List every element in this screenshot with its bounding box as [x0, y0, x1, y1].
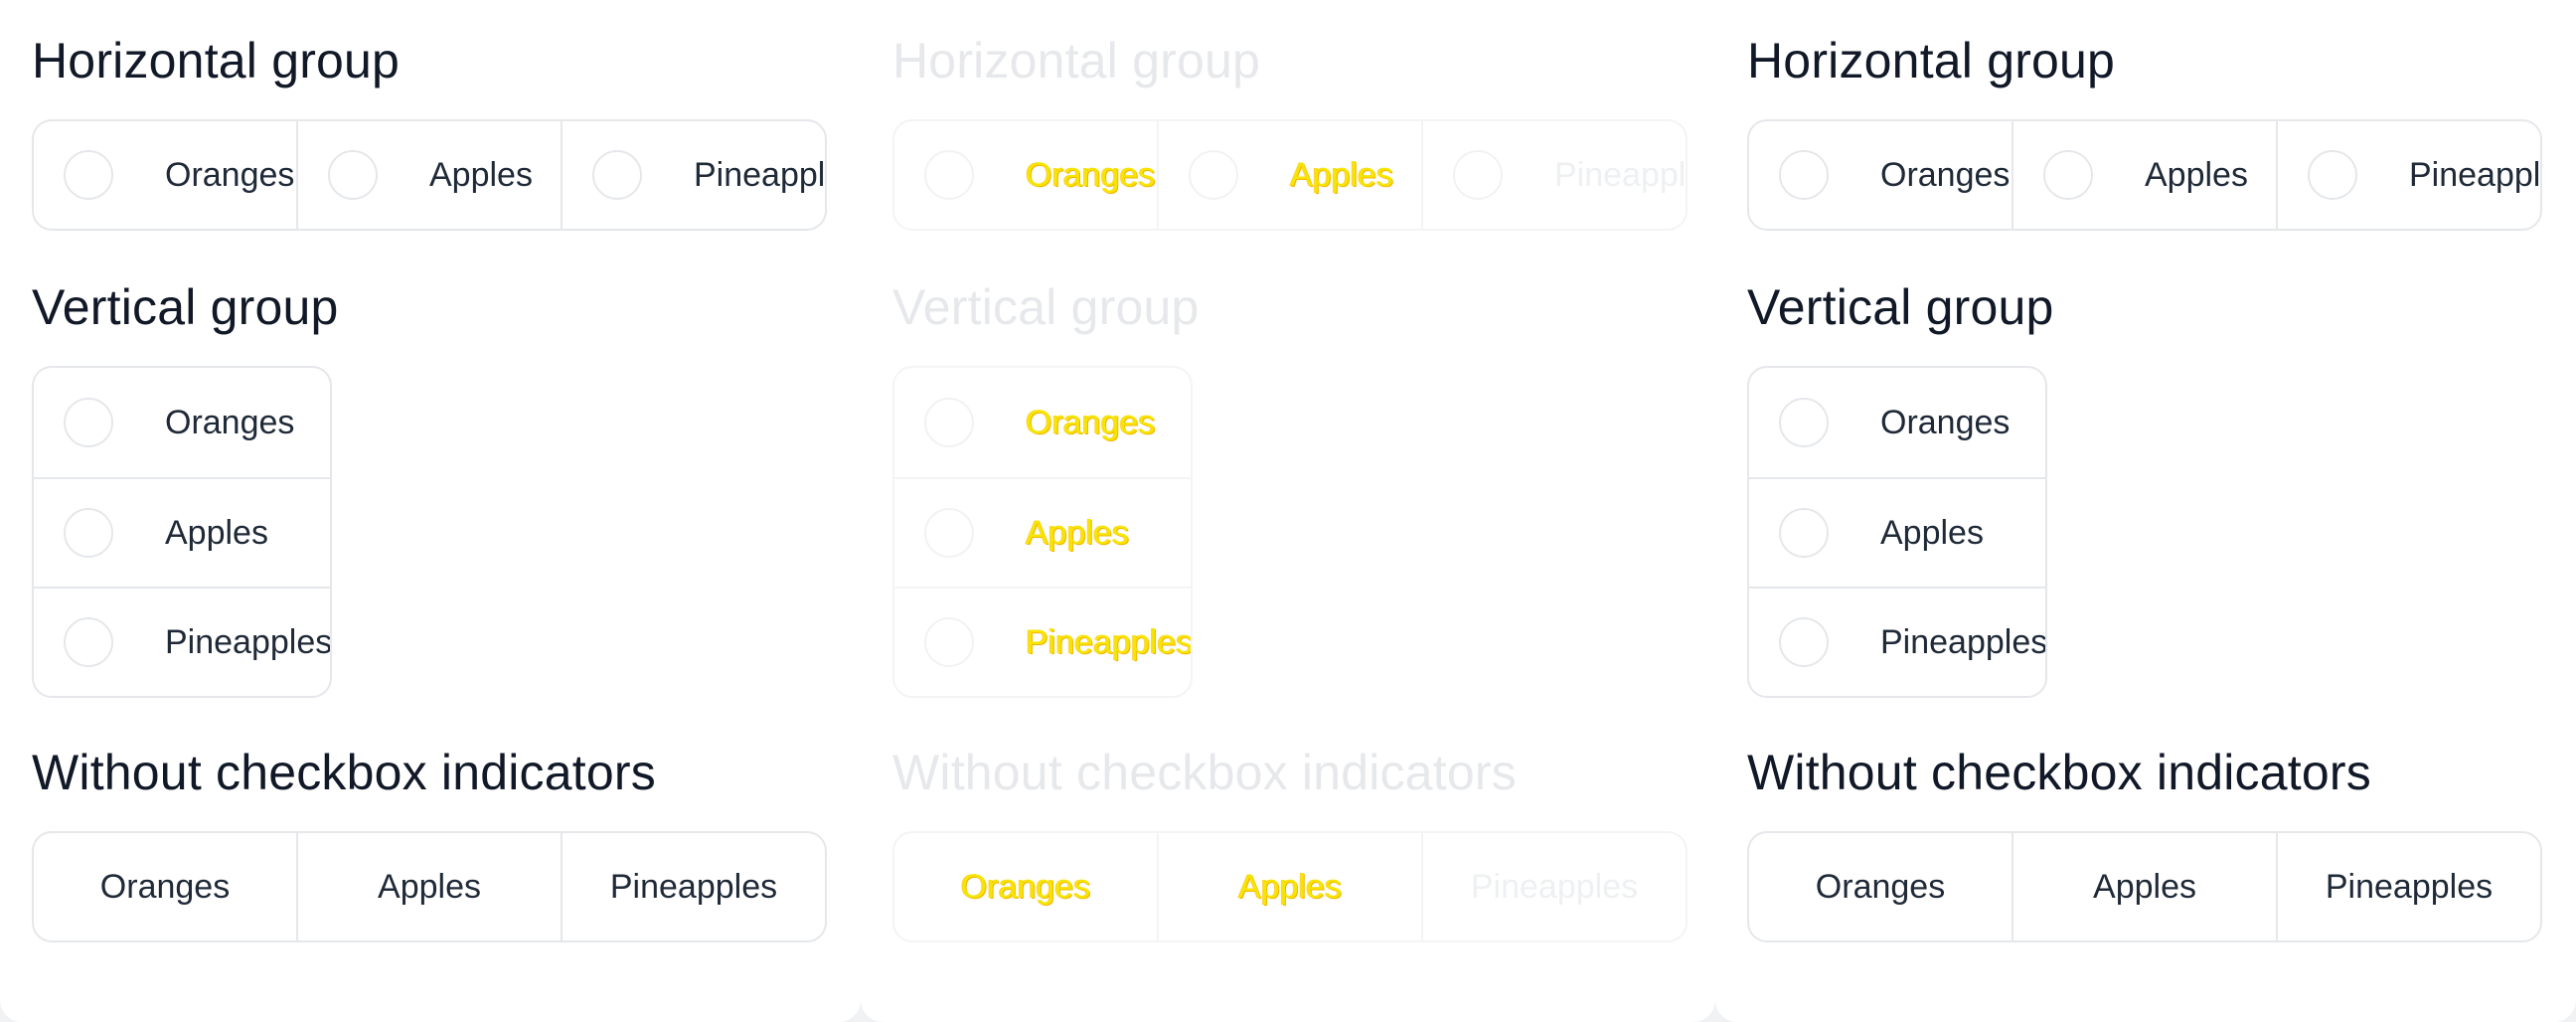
checkbox-indicator-icon[interactable]	[924, 150, 974, 200]
panel-middle: Horizontal group Oranges Apples Pineappl…	[861, 0, 1715, 1022]
checkbox-label: Pineapples	[1026, 622, 1193, 661]
vertical-checkbox-group: Oranges Apples Pineapples	[1747, 366, 2047, 698]
horizontal-group-title: Horizontal group	[1747, 33, 2116, 88]
vertical-checkbox-group: Oranges Apples Pineapples	[32, 366, 332, 698]
checkbox-oranges[interactable]: Oranges	[1749, 368, 2045, 477]
checkbox-indicator-icon[interactable]	[64, 617, 113, 667]
without-indicators-title: Without checkbox indicators	[32, 745, 656, 800]
panel-right: Horizontal group Oranges Apples Pineappl…	[1715, 0, 2576, 1022]
checkbox-label: Apples	[1238, 867, 1342, 906]
checkbox-pineapples[interactable]: Pineapples	[2276, 833, 2540, 940]
checkbox-label: Pineapples	[165, 622, 332, 661]
checkbox-pineapples[interactable]: Pineapples	[34, 587, 330, 696]
without-indicators-title: Without checkbox indicators	[892, 745, 1517, 800]
checkbox-oranges[interactable]: Oranges	[34, 121, 296, 229]
checkbox-apples[interactable]: Apples	[296, 121, 561, 229]
no-indicator-checkbox-group: Oranges Apples Pineapples	[1747, 831, 2542, 942]
checkbox-pineapples[interactable]: Pineapples	[2276, 121, 2540, 229]
checkbox-apples[interactable]: Apples	[1749, 477, 2045, 587]
checkbox-label: Oranges	[1026, 403, 1156, 441]
checkbox-pineapples[interactable]: Pineapples	[561, 121, 825, 229]
checkbox-indicator-icon[interactable]	[1779, 398, 1829, 447]
stage: Horizontal group Oranges Apples Pineappl…	[0, 0, 2576, 1022]
checkbox-label: Oranges	[99, 867, 231, 906]
checkbox-oranges[interactable]: Oranges	[894, 121, 1157, 229]
checkbox-oranges[interactable]: Oranges	[1749, 121, 2012, 229]
checkbox-label: Pineapples	[1554, 155, 1686, 194]
checkbox-label: Pineapples	[1880, 622, 2047, 661]
horizontal-group-title: Horizontal group	[892, 33, 1261, 88]
checkbox-indicator-icon[interactable]	[2308, 150, 2357, 200]
checkbox-label: Pineapples	[694, 155, 825, 194]
checkbox-apples[interactable]: Apples	[1157, 833, 1421, 940]
vertical-group-title: Vertical group	[892, 279, 1200, 335]
checkbox-label: Pineapples	[2325, 867, 2494, 906]
checkbox-oranges[interactable]: Oranges	[894, 368, 1191, 477]
checkbox-indicator-icon[interactable]	[1779, 508, 1829, 558]
checkbox-indicator-icon[interactable]	[1453, 150, 1503, 200]
checkbox-label: Apples	[429, 155, 533, 194]
checkbox-apples[interactable]: Apples	[2012, 833, 2276, 940]
checkbox-indicator-icon[interactable]	[64, 398, 113, 447]
checkbox-pineapples[interactable]: Pineapples	[561, 833, 825, 940]
vertical-group-title: Vertical group	[32, 279, 339, 335]
checkbox-label: Apples	[165, 513, 268, 552]
checkbox-label: Oranges	[1026, 155, 1156, 194]
checkbox-indicator-icon[interactable]	[1779, 150, 1829, 200]
no-indicator-checkbox-group: Oranges Apples Pineapples	[892, 831, 1688, 942]
checkbox-apples[interactable]: Apples	[2012, 121, 2276, 229]
checkbox-label: Apples	[2145, 155, 2248, 194]
checkbox-indicator-icon[interactable]	[1779, 617, 1829, 667]
horizontal-checkbox-group: Oranges Apples Pineapples	[1747, 119, 2542, 231]
checkbox-label: Oranges	[1815, 867, 1946, 906]
checkbox-oranges[interactable]: Oranges	[1749, 833, 2012, 940]
checkbox-label: Pineapples	[609, 867, 778, 906]
horizontal-group-title: Horizontal group	[32, 33, 401, 88]
horizontal-checkbox-group: Oranges Apples Pineapples	[32, 119, 827, 231]
checkbox-apples[interactable]: Apples	[1157, 121, 1421, 229]
checkbox-label: Apples	[1290, 155, 1393, 194]
checkbox-pineapples[interactable]: Pineapples	[1421, 833, 1686, 940]
checkbox-pineapples[interactable]: Pineapples	[894, 587, 1191, 696]
checkbox-label: Apples	[378, 867, 481, 906]
checkbox-oranges[interactable]: Oranges	[34, 368, 330, 477]
checkbox-label: Apples	[1880, 513, 1984, 552]
checkbox-label: Pineapples	[1470, 867, 1639, 906]
no-indicator-checkbox-group: Oranges Apples Pineapples	[32, 831, 827, 942]
checkbox-label: Apples	[2093, 867, 2196, 906]
checkbox-label: Oranges	[1880, 403, 2011, 441]
checkbox-apples[interactable]: Apples	[296, 833, 561, 940]
horizontal-checkbox-group: Oranges Apples Pineapples	[892, 119, 1688, 231]
checkbox-label: Oranges	[165, 155, 295, 194]
checkbox-indicator-icon[interactable]	[924, 398, 974, 447]
checkbox-indicator-icon[interactable]	[924, 617, 974, 667]
checkbox-indicator-icon[interactable]	[2043, 150, 2093, 200]
checkbox-indicator-icon[interactable]	[1189, 150, 1238, 200]
checkbox-label: Pineapples	[2409, 155, 2540, 194]
vertical-group-title: Vertical group	[1747, 279, 2054, 335]
vertical-checkbox-group: Oranges Apples Pineapples	[892, 366, 1193, 698]
checkbox-apples[interactable]: Apples	[894, 477, 1191, 587]
checkbox-indicator-icon[interactable]	[592, 150, 642, 200]
checkbox-oranges[interactable]: Oranges	[894, 833, 1157, 940]
checkbox-pineapples[interactable]: Pineapples	[1749, 587, 2045, 696]
checkbox-apples[interactable]: Apples	[34, 477, 330, 587]
checkbox-label: Apples	[1026, 513, 1129, 552]
without-indicators-title: Without checkbox indicators	[1747, 745, 2371, 800]
checkbox-pineapples[interactable]: Pineapples	[1421, 121, 1686, 229]
checkbox-indicator-icon[interactable]	[64, 508, 113, 558]
panel-left: Horizontal group Oranges Apples Pineappl…	[0, 0, 861, 1022]
checkbox-label: Oranges	[1880, 155, 2011, 194]
checkbox-indicator-icon[interactable]	[328, 150, 378, 200]
checkbox-label: Oranges	[960, 867, 1091, 906]
checkbox-indicator-icon[interactable]	[924, 508, 974, 558]
checkbox-oranges[interactable]: Oranges	[34, 833, 296, 940]
checkbox-label: Oranges	[165, 403, 295, 441]
checkbox-indicator-icon[interactable]	[64, 150, 113, 200]
